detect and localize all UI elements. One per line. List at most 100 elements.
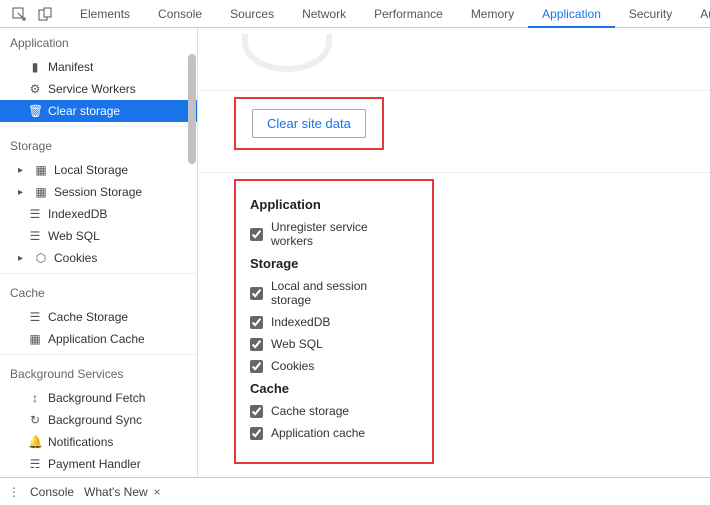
usage-chart-stub [242, 34, 332, 72]
sidebar-item-clear-storage[interactable]: 🗑Clear storage [0, 100, 197, 122]
sidebar-section-title: Background Services [0, 359, 197, 387]
db-icon: ☰ [28, 310, 42, 324]
document-icon: ▮ [28, 60, 42, 74]
drawer-menu-icon[interactable]: ⋮ [8, 485, 20, 499]
grid-icon: ▦ [28, 332, 42, 346]
content-pane: Clear site data Application Unregister se… [198, 28, 710, 477]
divider [198, 90, 710, 91]
chevron-right-icon[interactable]: ▸ [18, 165, 28, 176]
tab-memory[interactable]: Memory [457, 0, 528, 28]
checkbox-local-and-session-storage[interactable] [250, 287, 263, 300]
device-toggle-icon[interactable] [32, 2, 58, 25]
chevron-right-icon[interactable]: ▸ [18, 187, 28, 198]
checkbox-row[interactable]: Application cache [250, 426, 408, 440]
sidebar-item-cache-storage[interactable]: ☰ Cache Storage [0, 306, 197, 328]
sidebar-item-local-storage[interactable]: ▸ ▦ Local Storage [0, 159, 197, 181]
checkbox-row[interactable]: Web SQL [250, 337, 408, 351]
checkbox-group-title: Storage [250, 256, 408, 271]
inspect-icon[interactable] [6, 2, 32, 25]
checkbox-row[interactable]: IndexedDB [250, 315, 408, 329]
bell-icon: 🔔 [28, 435, 42, 449]
sidebar-item-indexeddb[interactable]: ☰ IndexedDB [0, 203, 197, 225]
sidebar-item-label: Cookies [54, 251, 97, 265]
sidebar-item-session-storage[interactable]: ▸ ▦ Session Storage [0, 181, 197, 203]
sidebar-item-push-messaging[interactable]: ✉Push Messaging [0, 475, 197, 477]
checkbox-label: Cookies [271, 359, 314, 373]
sidebar-item-background-fetch[interactable]: ↕Background Fetch [0, 387, 197, 409]
checkbox-label: Application cache [271, 426, 365, 440]
grid-icon: ▦ [34, 163, 48, 177]
checkbox-row[interactable]: Local and session storage [250, 279, 408, 307]
tab-application[interactable]: Application [528, 0, 615, 28]
sidebar-item-label: IndexedDB [48, 207, 107, 221]
sidebar-item-label: Service Workers [48, 82, 136, 96]
checkbox-unregister-service-workers[interactable] [250, 228, 263, 241]
checkbox-label: Cache storage [271, 404, 349, 418]
devtools-tabs: Elements Console Sources Network Perform… [0, 0, 710, 28]
sidebar-item-label: Cache Storage [48, 310, 128, 324]
highlight-clear-button: Clear site data [234, 97, 384, 150]
sidebar-item-cookies[interactable]: ▸ ⬡ Cookies [0, 247, 197, 269]
card-icon: ☴ [28, 457, 42, 471]
drawer-tab-whatsnew[interactable]: What's New × [84, 485, 163, 499]
sidebar-section-title: Cache [0, 278, 197, 306]
checkbox-row[interactable]: Unregister service workers [250, 220, 408, 248]
db-icon: ☰ [28, 229, 42, 243]
sidebar-item-label: Local Storage [54, 163, 128, 177]
sidebar: Application ▮ Manifest ⚙Service Workers🗑Cle… [0, 28, 198, 477]
sidebar-item-application-cache[interactable]: ▦ Application Cache [0, 328, 197, 350]
checkbox-cache-storage[interactable] [250, 405, 263, 418]
clear-site-data-button[interactable]: Clear site data [252, 109, 366, 138]
checkbox-label: Local and session storage [271, 279, 408, 307]
checkbox-label: Unregister service workers [271, 220, 408, 248]
cookie-icon: ⬡ [34, 251, 48, 265]
sidebar-item-label: Payment Handler [48, 457, 141, 471]
sidebar-item-label: Web SQL [48, 229, 100, 243]
sidebar-scrollbar-thumb[interactable] [188, 54, 196, 164]
tab-security[interactable]: Security [615, 0, 686, 28]
sidebar-item-payment-handler[interactable]: ☴ Payment Handler [0, 453, 197, 475]
checkbox-application-cache[interactable] [250, 427, 263, 440]
main-area: Application ▮ Manifest ⚙Service Workers🗑Cle… [0, 28, 710, 477]
sync-icon: ↻ [28, 413, 42, 427]
checkbox-label: Web SQL [271, 337, 323, 351]
tab-network[interactable]: Network [288, 0, 360, 28]
sidebar-item-background-sync[interactable]: ↻ Background Sync [0, 409, 197, 431]
sidebar-section-title: Storage [0, 131, 197, 159]
tab-elements[interactable]: Elements [66, 0, 144, 28]
checkbox-row[interactable]: Cache storage [250, 404, 408, 418]
sidebar-item-label: Background Fetch [48, 391, 145, 405]
tab-sources[interactable]: Sources [216, 0, 288, 28]
tab-performance[interactable]: Performance [360, 0, 457, 28]
checkbox-indexeddb[interactable] [250, 316, 263, 329]
checkbox-label: IndexedDB [271, 315, 330, 329]
divider [0, 126, 197, 127]
chevron-right-icon[interactable]: ▸ [18, 253, 28, 264]
db-icon: ☰ [28, 207, 42, 221]
highlight-checkbox-groups: Application Unregister service workers Sto… [234, 179, 434, 464]
checkbox-group-title: Cache [250, 381, 408, 396]
sidebar-item-manifest[interactable]: ▮ Manifest [0, 56, 197, 78]
tab-console[interactable]: Console [144, 0, 216, 28]
divider [0, 273, 197, 274]
checkbox-cookies[interactable] [250, 360, 263, 373]
close-icon[interactable]: × [152, 485, 163, 499]
checkbox-web-sql[interactable] [250, 338, 263, 351]
sidebar-item-notifications[interactable]: 🔔 Notifications [0, 431, 197, 453]
divider [198, 172, 710, 173]
tab-audits[interactable]: Audits [686, 0, 710, 28]
drawer-tab-console[interactable]: Console [30, 485, 74, 499]
sidebar-item-label: Notifications [48, 435, 113, 449]
sidebar-item-service-workers[interactable]: ⚙Service Workers [0, 78, 197, 100]
sidebar-item-label: Session Storage [54, 185, 142, 199]
checkbox-group-title: Application [250, 197, 408, 212]
divider [0, 354, 197, 355]
drawer-tabs: ⋮ Console What's New × [0, 477, 710, 505]
checkbox-row[interactable]: Cookies [250, 359, 408, 373]
sidebar-item-web-sql[interactable]: ☰ Web SQL [0, 225, 197, 247]
sidebar-item-label: Background Sync [48, 413, 142, 427]
sidebar-item-label: Manifest [48, 60, 93, 74]
sidebar-item-label: Application Cache [48, 332, 145, 346]
grid-icon: ▦ [34, 185, 48, 199]
sidebar-section-title: Application [0, 28, 197, 56]
